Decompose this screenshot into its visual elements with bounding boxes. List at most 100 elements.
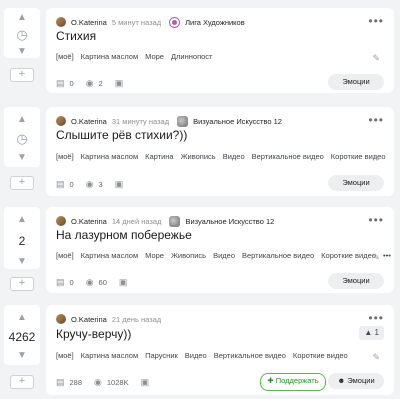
tag[interactable]: Картина (145, 152, 173, 161)
save-icon[interactable]: ▣ (115, 78, 124, 89)
downvote-icon[interactable]: ▼ (17, 350, 27, 362)
tag[interactable]: Видео (213, 251, 235, 260)
edit-pencil-icon[interactable]: ✎ (372, 53, 380, 64)
save-icon[interactable]: ▣ (141, 377, 150, 388)
tag[interactable]: Море (145, 52, 164, 61)
comment-icon[interactable]: ▤ (56, 179, 65, 190)
add-plus-button[interactable]: + (10, 68, 34, 82)
post-footer: ▤ 288 ◉ 1028K ▣ (56, 377, 154, 388)
post-card: O.Katerina 31 минуту назад Визуальное Ис… (46, 107, 394, 196)
edit-pencil-icon[interactable]: ✎ (372, 153, 380, 164)
megaphone-icon: ▲ (364, 328, 375, 337)
upvote-icon[interactable]: ▲ (17, 114, 27, 126)
tag[interactable]: Видео (185, 351, 207, 360)
emotions-label: Эмоции (347, 376, 375, 385)
view-count: 3 (98, 180, 103, 189)
tag[interactable]: Море (145, 251, 164, 260)
tag[interactable]: Видео (223, 152, 245, 161)
tag[interactable]: Живопись (181, 152, 216, 161)
tag[interactable]: Короткие видео (321, 251, 376, 260)
view-count: 60 (98, 278, 107, 287)
more-menu-icon[interactable]: ••• (368, 113, 384, 127)
downvote-icon[interactable]: ▼ (17, 152, 27, 164)
author-name[interactable]: O.Katerina (71, 315, 107, 324)
upvote-icon[interactable]: ▲ (17, 312, 27, 324)
post-title[interactable]: Стихия (56, 29, 96, 43)
comment-icon[interactable]: ▤ (56, 377, 65, 388)
post-time: 21 день назад (111, 314, 162, 324)
downvote-icon[interactable]: ▼ (17, 256, 27, 268)
rating-value: 2 (18, 234, 26, 248)
tag[interactable]: [моё] (56, 52, 74, 61)
post-title[interactable]: На лазурном побережье (56, 228, 192, 242)
post-header: O.Katerina 5 минут назад Лига Художников (56, 15, 245, 29)
community-icon (169, 16, 181, 28)
rating-rail: ▲ ◷ ▼ (4, 107, 40, 167)
more-tags-icon[interactable]: ••• (383, 251, 391, 260)
tag[interactable]: Картина маслом (81, 351, 138, 360)
community-name[interactable]: Визуальное Искусство 12 (193, 117, 282, 126)
emotions-button[interactable]: Эмоции (328, 74, 384, 90)
post-card: O.Katerina 21 день назад ••• Кручу-верчу… (46, 305, 394, 395)
tag[interactable]: Вертикальное видео (252, 152, 324, 161)
tag[interactable]: Картина маслом (81, 52, 138, 61)
avatar[interactable] (56, 17, 66, 27)
tag[interactable]: Живопись (171, 251, 206, 260)
author-name[interactable]: O.Katerina (71, 117, 107, 126)
tag[interactable]: Картина маслом (81, 251, 138, 260)
tag[interactable]: [моё] (56, 251, 74, 260)
post-time: 5 минут назад (111, 17, 162, 27)
author-name[interactable]: O.Katerina (71, 18, 107, 27)
avatar[interactable] (56, 216, 66, 226)
tag[interactable]: [моё] (56, 351, 74, 360)
emotions-button[interactable]: Эмоции (328, 175, 384, 191)
emotions-button[interactable]: Эмоции (328, 273, 384, 289)
author-name[interactable]: O.Katerina (71, 217, 107, 226)
rating-rail: ▲ ◷ ▼ (4, 8, 40, 58)
post-footer: ▤ 0 ◉ 3 ▣ (56, 179, 128, 190)
comment-count: 0 (69, 79, 74, 88)
add-plus-button[interactable]: + (10, 375, 34, 389)
save-icon[interactable]: ▣ (115, 179, 124, 190)
tag[interactable]: Вертикальное видео (214, 351, 286, 360)
tag[interactable]: Короткие видео (293, 351, 348, 360)
tag[interactable]: Вертикальное видео (242, 251, 314, 260)
award-badge[interactable]: ▲ 1 (359, 326, 384, 340)
save-icon[interactable]: ▣ (119, 277, 128, 288)
view-count: 2 (98, 79, 103, 88)
tag[interactable]: Парусник (145, 351, 178, 360)
comment-icon[interactable]: ▤ (56, 277, 65, 288)
more-menu-icon[interactable]: ••• (368, 311, 384, 325)
avatar[interactable] (56, 116, 66, 126)
more-menu-icon[interactable]: ••• (368, 213, 384, 227)
upvote-icon[interactable]: ▲ (17, 214, 27, 226)
community-name[interactable]: Лига Художников (185, 18, 245, 27)
avatar[interactable] (56, 314, 66, 324)
upvote-icon[interactable]: ▲ (17, 12, 27, 24)
tag[interactable]: Картина маслом (81, 152, 138, 161)
add-plus-button[interactable]: + (10, 176, 34, 190)
post-header: O.Katerina 21 день назад (56, 312, 169, 326)
community-name[interactable]: Визуальное Искусство 12 (185, 217, 274, 226)
post-header: O.Katerina 31 минуту назад Визуальное Ис… (56, 114, 282, 128)
edit-pencil-icon[interactable]: ✎ (372, 352, 380, 363)
rating-rail: ▲ 2 ▼ (4, 207, 40, 269)
support-button[interactable]: ✚ Поддержать (260, 373, 326, 391)
add-plus-button[interactable]: + (10, 277, 34, 291)
emotions-button[interactable]: ☻ Эмоции (328, 373, 384, 389)
tag-list: [моё] Картина маслом Картина Живопись Ви… (56, 152, 393, 161)
post-title[interactable]: Кручу-верчу)) (56, 327, 131, 341)
tag[interactable]: Длиннопост (171, 52, 213, 61)
rating-rail: ▲ 4262 ▼ (4, 305, 40, 365)
post-time: 31 минуту назад (111, 116, 170, 126)
rating-pending-icon: ◷ (16, 27, 28, 42)
post-title[interactable]: Слышите рёв стихии?)) (56, 128, 187, 142)
comment-count: 0 (69, 180, 74, 189)
downvote-icon[interactable]: ▼ (17, 46, 27, 58)
comment-icon[interactable]: ▤ (56, 78, 65, 89)
rating-pending-icon: ◷ (16, 131, 28, 146)
edit-pencil-icon[interactable]: ✎ (372, 252, 380, 263)
tag[interactable]: [моё] (56, 152, 74, 161)
more-menu-icon[interactable]: ••• (368, 14, 384, 28)
views-icon: ◉ (85, 277, 94, 287)
